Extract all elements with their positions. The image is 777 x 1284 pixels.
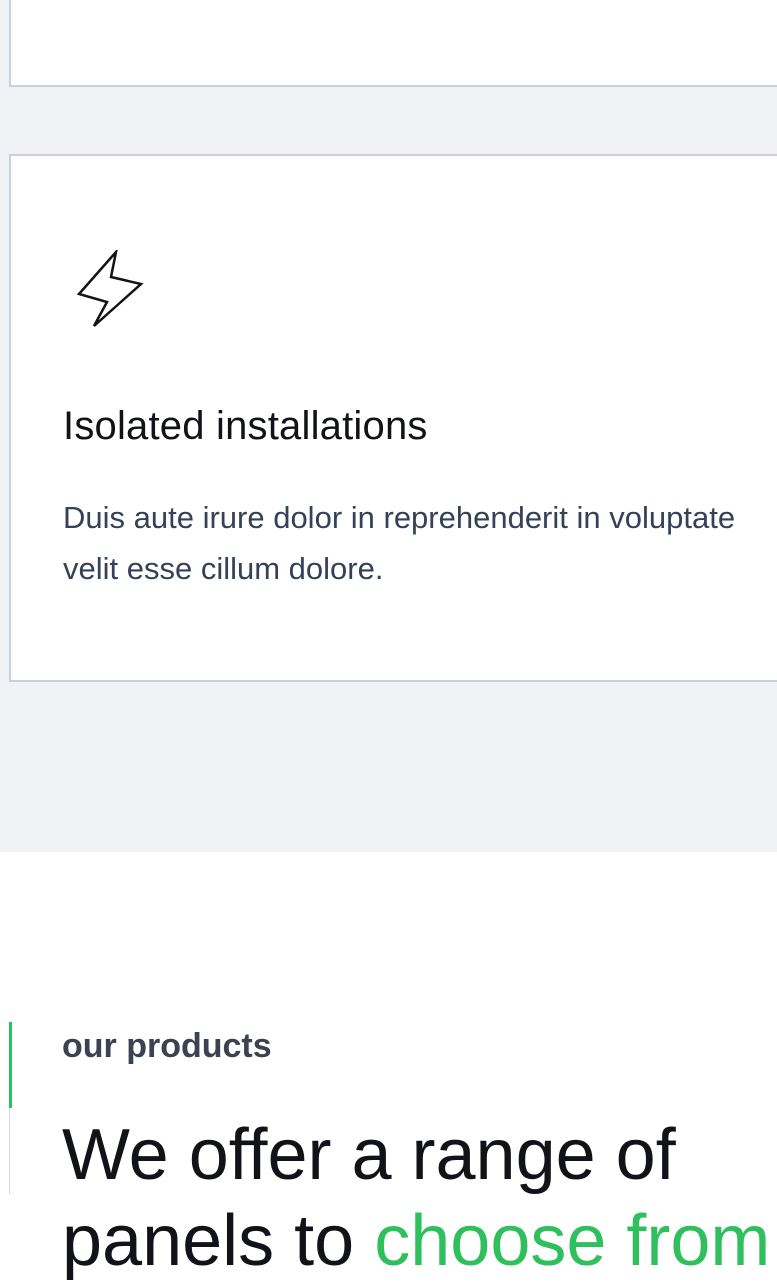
headline-line-2: panels to [62, 1201, 375, 1281]
feature-card-description: Duis aute irure dolor in reprehenderit i… [63, 500, 736, 586]
feature-card-previous [9, 0, 777, 87]
section-accent-bar [9, 1022, 12, 1108]
headline-line-1: We offer a range of [62, 1115, 676, 1195]
headline-highlight: choose from [374, 1201, 771, 1281]
section-headline: We offer a range of panels to choose fro… [62, 1112, 770, 1284]
feature-card-title: Isolated installations [63, 404, 428, 448]
lightning-bolt-icon [76, 250, 144, 327]
products-section: our products We offer a range of panels … [0, 852, 777, 1281]
section-eyebrow: our products [62, 1027, 272, 1065]
section-divider-line [9, 1108, 10, 1194]
features-section: Isolated installations Duis aute irure d… [0, 0, 777, 852]
feature-card: Isolated installations Duis aute irure d… [9, 154, 777, 682]
